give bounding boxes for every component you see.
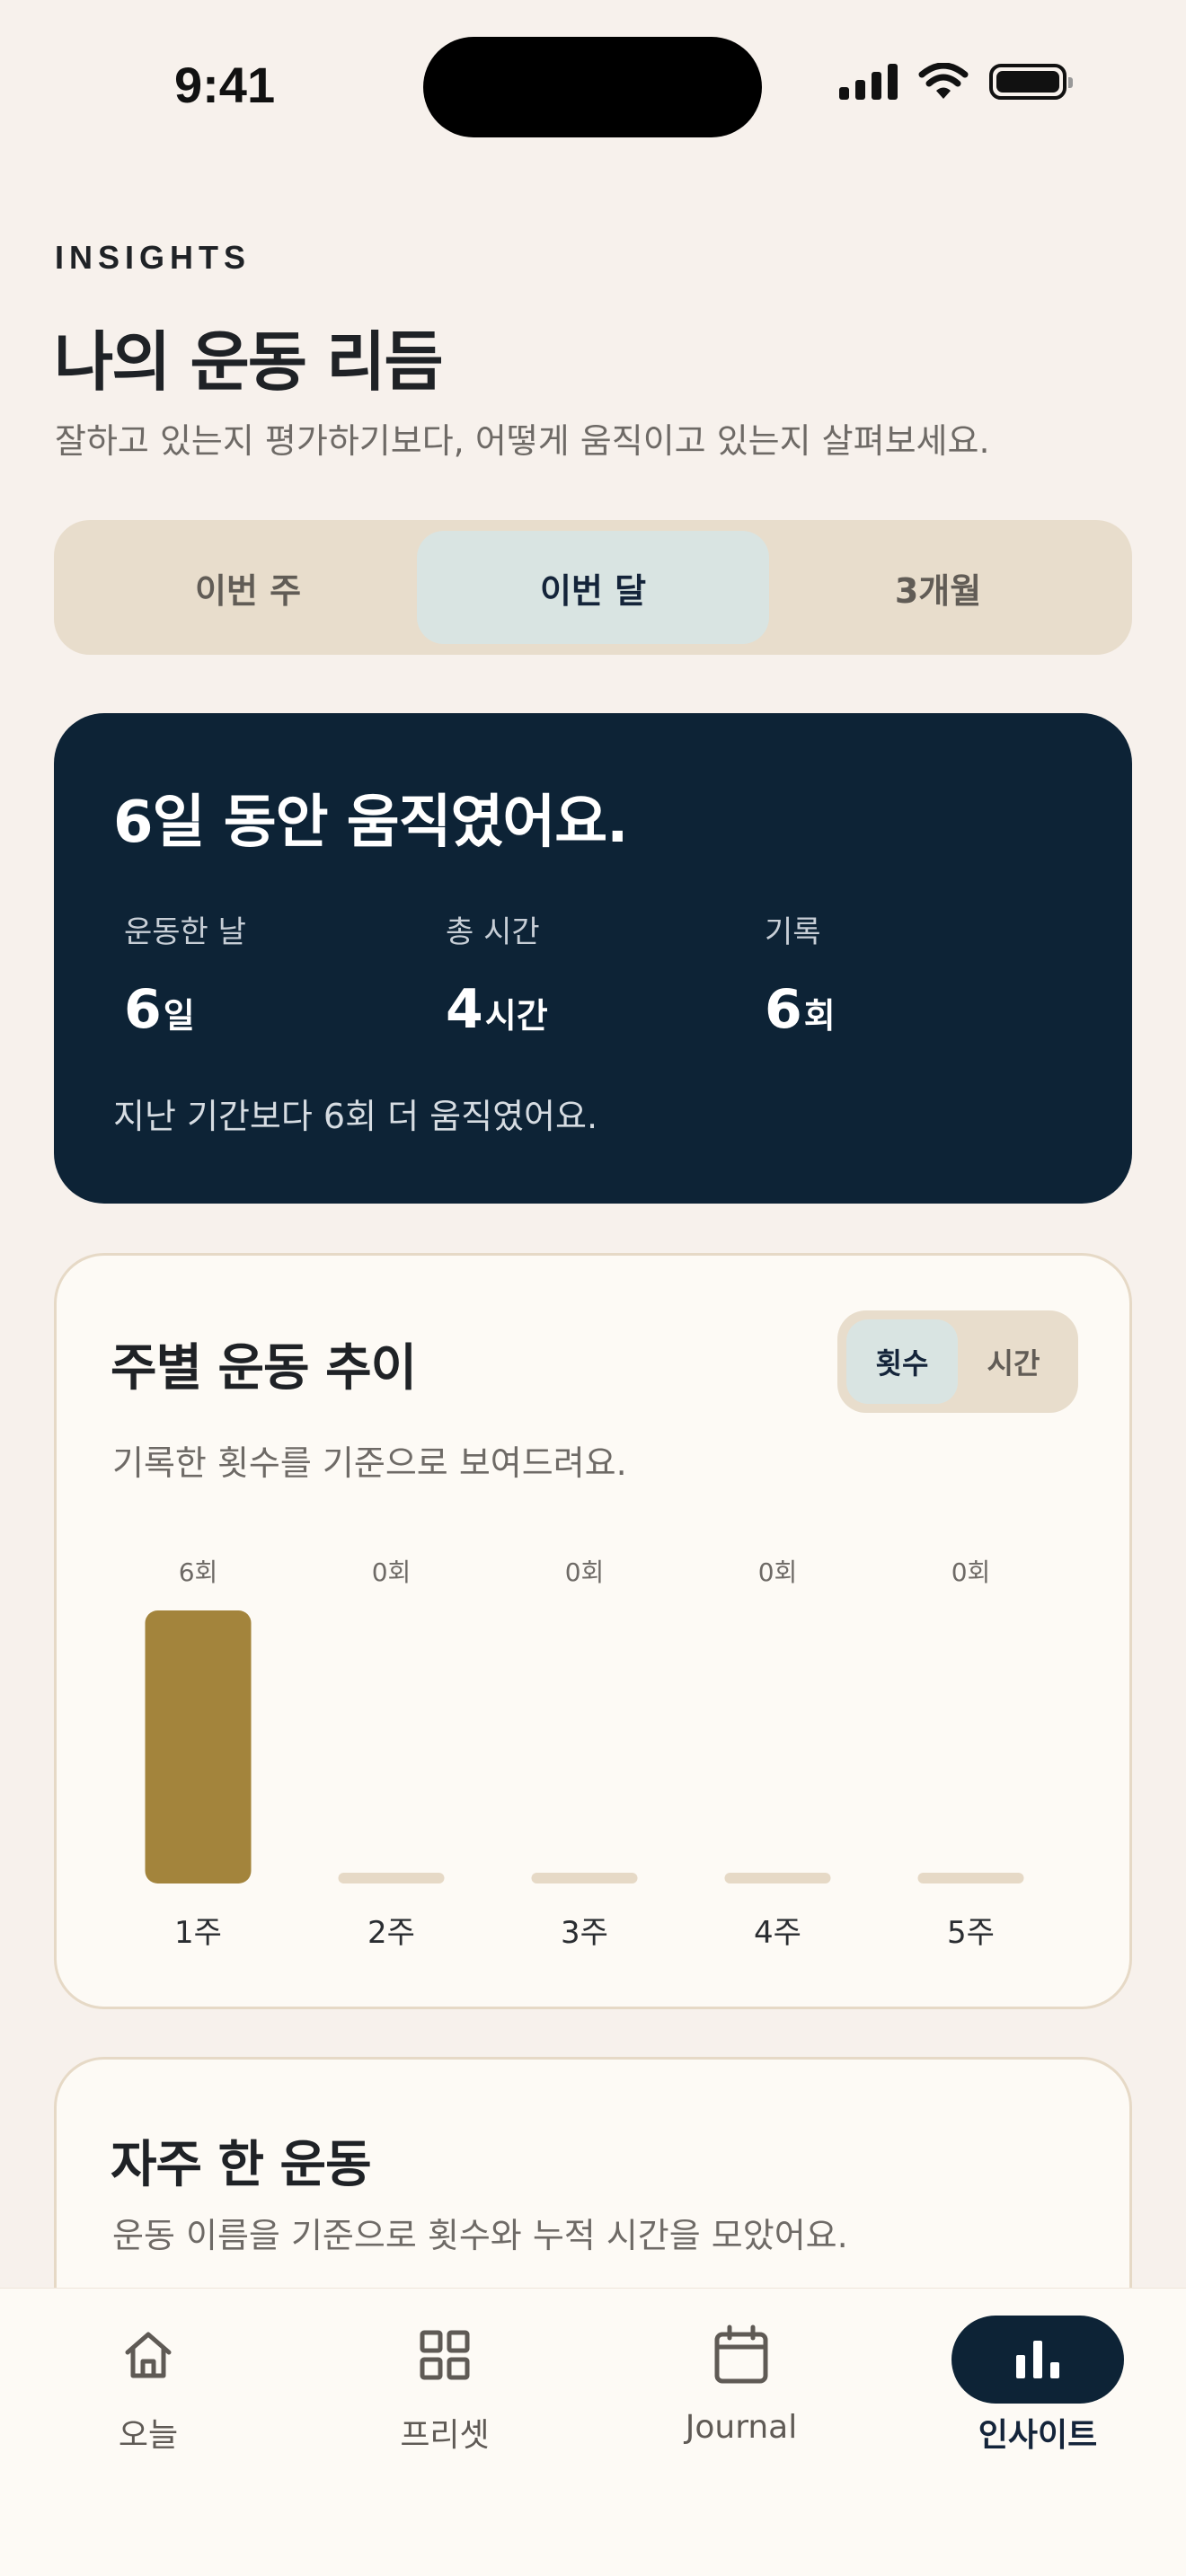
chart-bar (724, 1873, 831, 1883)
chart-category-label: 3주 (561, 1915, 608, 1951)
tab-journal[interactable]: Journal (593, 2289, 890, 2468)
tab-label: 오늘 (118, 2417, 179, 2454)
tab-label: 프리셋 (400, 2417, 490, 2454)
status-icons (839, 63, 1073, 101)
page-title: 나의 운동 리듬 (54, 324, 444, 400)
status-bar: 9:41 (0, 0, 1186, 171)
chart-category-label: 1주 (174, 1915, 222, 1951)
stat-records: 기록 6 회 (765, 907, 836, 1041)
weekly-bar-chart: 6회 1주 0회 2주 0회 3주 0회 4주 0회 5주 (145, 1557, 1024, 1951)
grid-icon (412, 2323, 477, 2387)
summary-card: 6일 동안 움직였어요. 운동한 날 6 일 총 시간 4 시간 기록 6 회 … (54, 713, 1132, 1204)
chart-value-label: 0회 (951, 1557, 991, 1587)
stat-value: 6 (124, 978, 162, 1041)
battery-icon (989, 64, 1073, 100)
stat-label: 운동한 날 (124, 914, 246, 950)
stat-value: 4 (446, 978, 483, 1041)
summary-note: 지난 기간보다 6회 더 움직였어요. (113, 1097, 598, 1136)
page-subtitle: 잘하고 있는지 평가하기보다, 어떻게 움직이고 있는지 살펴보세요. (55, 421, 990, 461)
chart-bar (145, 1610, 252, 1883)
stat-unit: 일 (163, 996, 195, 1036)
frequent-description: 운동 이름을 기준으로 횟수와 누적 시간을 모았어요. (112, 2216, 848, 2255)
cellular-signal-icon (839, 64, 898, 100)
period-tab-3-months[interactable]: 3개월 (762, 531, 1114, 644)
period-tab-this-week[interactable]: 이번 주 (72, 531, 424, 644)
stat-label: 총 시간 (446, 914, 540, 950)
chart-bar (338, 1873, 445, 1883)
bottom-tab-bar: 오늘 프리셋 Journal 인사이트 (0, 2288, 1186, 2576)
chart-category-label: 4주 (754, 1915, 801, 1951)
wifi-icon (918, 63, 969, 99)
chart-value-label: 0회 (565, 1557, 605, 1587)
calendar-icon (709, 2323, 774, 2387)
period-segmented-control: 이번 주 이번 달 3개월 (54, 520, 1132, 655)
chart-value-label: 0회 (758, 1557, 798, 1587)
bar-chart-icon (951, 2316, 1124, 2404)
chart-value-label: 0회 (372, 1557, 412, 1587)
summary-title: 6일 동안 움직였어요. (113, 790, 628, 856)
stat-active-days: 운동한 날 6 일 (124, 907, 246, 1041)
section-eyebrow: INSIGHTS (55, 239, 252, 276)
period-tab-this-month[interactable]: 이번 달 (417, 531, 769, 644)
tab-label: 인사이트 (978, 2417, 1098, 2454)
tab-label: Journal (685, 2409, 798, 2446)
stat-value: 6 (765, 978, 802, 1041)
tab-today[interactable]: 오늘 (0, 2289, 296, 2468)
dynamic-island (423, 37, 762, 137)
status-time: 9:41 (174, 57, 276, 113)
tab-insights[interactable]: 인사이트 (890, 2289, 1186, 2468)
stat-unit: 회 (803, 996, 836, 1036)
home-icon (116, 2323, 181, 2387)
tab-presets[interactable]: 프리셋 (296, 2289, 593, 2468)
stat-unit: 시간 (484, 996, 548, 1036)
stat-total-time: 총 시간 4 시간 (446, 907, 548, 1041)
chart-bar (531, 1873, 638, 1883)
chart-category-label: 5주 (947, 1915, 995, 1951)
chart-bar (917, 1873, 1024, 1883)
frequent-title: 자주 한 운동 (111, 2136, 372, 2194)
weekly-trend-card: 주별 운동 추이 횟수 시간 기록한 횟수를 기준으로 보여드려요. 6회 1주 0… (54, 1253, 1132, 2009)
chart-value-label: 6회 (179, 1557, 218, 1587)
chart-category-label: 2주 (367, 1915, 415, 1951)
stat-label: 기록 (765, 914, 821, 950)
